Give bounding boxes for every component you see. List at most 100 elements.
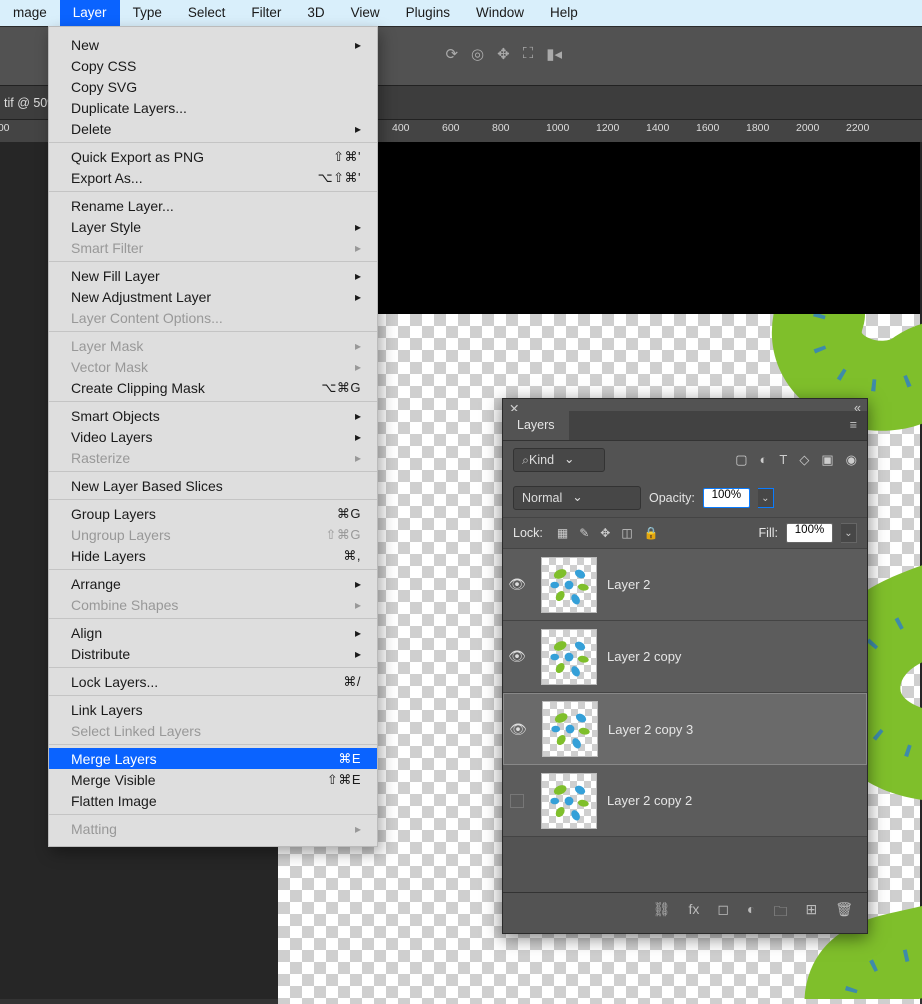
menu-item-label: Ungroup Layers bbox=[71, 527, 171, 543]
layer-thumbnail[interactable] bbox=[542, 701, 598, 757]
menu-item-arrange[interactable]: Arrange bbox=[49, 573, 377, 594]
panel-menu-icon[interactable]: ≡ bbox=[840, 411, 867, 440]
panel-chrome: ✕ « bbox=[503, 399, 867, 411]
trash-icon[interactable]: 🗑 bbox=[835, 901, 853, 925]
artboard-icon[interactable]: ◉ bbox=[846, 452, 857, 468]
visibility-toggle-icon[interactable]: 👁 bbox=[503, 576, 531, 593]
menu-item-quick-export-as-png[interactable]: Quick Export as PNG⇧⌘' bbox=[49, 146, 377, 167]
menu-select[interactable]: Select bbox=[175, 0, 239, 26]
mask-icon[interactable]: ◻ bbox=[717, 901, 729, 925]
menu-item-lock-layers[interactable]: Lock Layers...⌘/ bbox=[49, 671, 377, 692]
menu-item-delete[interactable]: Delete bbox=[49, 118, 377, 139]
ruler-tick: 800 bbox=[492, 122, 510, 134]
menu-layer[interactable]: Layer bbox=[60, 0, 120, 26]
menu-item-label: Layer Content Options... bbox=[71, 310, 223, 326]
link-icon[interactable]: ⛓ bbox=[653, 901, 671, 925]
menu-item-label: Rasterize bbox=[71, 450, 130, 466]
menu-item-smart-objects[interactable]: Smart Objects bbox=[49, 405, 377, 426]
menu-item-group-layers[interactable]: Group Layers⌘G bbox=[49, 503, 377, 524]
adjustment-icon[interactable]: ◐ bbox=[747, 901, 755, 925]
panel-close-icon[interactable]: ✕ bbox=[509, 401, 519, 411]
layer-name-label[interactable]: Layer 2 copy 3 bbox=[608, 722, 693, 737]
layer-row[interactable]: 👁 Layer 2 copy bbox=[503, 621, 867, 693]
menu-type[interactable]: Type bbox=[120, 0, 175, 26]
menu-item-new-fill-layer[interactable]: New Fill Layer bbox=[49, 265, 377, 286]
menu-item-merge-visible[interactable]: Merge Visible⇧⌘E bbox=[49, 769, 377, 790]
menu-window[interactable]: Window bbox=[463, 0, 537, 26]
layer-name-label[interactable]: Layer 2 copy 2 bbox=[607, 793, 692, 808]
layer-kind-select[interactable]: Kind bbox=[513, 448, 605, 472]
menu-item-new[interactable]: New bbox=[49, 34, 377, 55]
cycle-icon[interactable]: ⟳ bbox=[445, 45, 458, 63]
layer-thumbnail[interactable] bbox=[541, 773, 597, 829]
target-icon[interactable]: ◎ bbox=[471, 45, 484, 63]
layer-row[interactable]: 👁 Layer 2 bbox=[503, 549, 867, 621]
menu-item-distribute[interactable]: Distribute bbox=[49, 643, 377, 664]
layer-row[interactable]: 👁 Layer 2 copy 3 bbox=[503, 693, 867, 765]
menu-item-create-clipping-mask[interactable]: Create Clipping Mask⌥⌘G bbox=[49, 377, 377, 398]
blend-mode-select[interactable]: Normal bbox=[513, 486, 641, 510]
menu-item-shortcut: ⌘, bbox=[343, 548, 361, 564]
menu-item-export-as[interactable]: Export As...⌥⇧⌘' bbox=[49, 167, 377, 188]
menu-item-layer-style[interactable]: Layer Style bbox=[49, 216, 377, 237]
visibility-toggle-icon[interactable]: 👁 bbox=[503, 648, 531, 665]
fill-input[interactable]: 100% bbox=[786, 523, 833, 543]
menu-mage[interactable]: mage bbox=[0, 0, 60, 26]
visibility-toggle-icon[interactable]: 👁 bbox=[504, 721, 532, 738]
menu-item-copy-svg[interactable]: Copy SVG bbox=[49, 76, 377, 97]
menu-item-rename-layer[interactable]: Rename Layer... bbox=[49, 195, 377, 216]
brush-icon[interactable]: ✎ bbox=[579, 526, 589, 540]
transform-icon[interactable]: ⛶ bbox=[523, 45, 534, 63]
fill-label: Fill: bbox=[759, 526, 778, 540]
menu-item-merge-layers[interactable]: Merge Layers⌘E bbox=[49, 748, 377, 769]
layer-thumbnail[interactable] bbox=[541, 557, 597, 613]
layer-name-label[interactable]: Layer 2 copy bbox=[607, 649, 681, 664]
menu-view[interactable]: View bbox=[338, 0, 393, 26]
move-icon[interactable]: ✥ bbox=[600, 526, 610, 540]
layer-thumbnail[interactable] bbox=[541, 629, 597, 685]
menu-item-duplicate-layers[interactable]: Duplicate Layers... bbox=[49, 97, 377, 118]
layer-menu-dropdown: New Copy CSSCopy SVG Duplicate Layers... De… bbox=[48, 26, 378, 847]
adjust-icon[interactable]: ◐ bbox=[760, 452, 768, 468]
menu-item-link-layers[interactable]: Link Layers bbox=[49, 699, 377, 720]
menu-plugins[interactable]: Plugins bbox=[393, 0, 463, 26]
opacity-input[interactable]: 100% bbox=[703, 488, 750, 508]
ruler-tick: 600 bbox=[442, 122, 460, 134]
lock-pixels-icon[interactable]: ▦ bbox=[557, 526, 568, 540]
menu-item-align[interactable]: Align bbox=[49, 622, 377, 643]
menu-item-label: Duplicate Layers... bbox=[71, 100, 187, 116]
layer-name-label[interactable]: Layer 2 bbox=[607, 577, 650, 592]
tab-layers[interactable]: Layers bbox=[503, 411, 569, 440]
panel-collapse-icon[interactable]: « bbox=[854, 401, 861, 411]
menu-item-label: Rename Layer... bbox=[71, 198, 174, 214]
lock-all-icon[interactable]: 🔒 bbox=[644, 526, 659, 540]
menu-item-copy-css[interactable]: Copy CSS bbox=[49, 55, 377, 76]
menu-item-new-adjustment-layer[interactable]: New Adjustment Layer bbox=[49, 286, 377, 307]
visibility-toggle-icon[interactable] bbox=[510, 794, 524, 808]
crop-icon[interactable]: ◫ bbox=[621, 526, 632, 540]
menu-item-label: Matting bbox=[71, 821, 117, 837]
menu-filter[interactable]: Filter bbox=[238, 0, 294, 26]
menu-item-hide-layers[interactable]: Hide Layers⌘, bbox=[49, 545, 377, 566]
type-icon[interactable]: T bbox=[779, 452, 787, 468]
menu-3d[interactable]: 3D bbox=[294, 0, 337, 26]
menu-help[interactable]: Help bbox=[537, 0, 591, 26]
camera-icon[interactable]: ▮◂ bbox=[546, 45, 562, 63]
smartobj-icon[interactable]: ▣ bbox=[821, 452, 833, 468]
menu-item-new-layer-based-slices[interactable]: New Layer Based Slices bbox=[49, 475, 377, 496]
layer-filter-row: Kind ▢ ◐ T ◇ ▣ ◉ bbox=[503, 441, 867, 479]
menu-item-label: New bbox=[71, 37, 99, 53]
opacity-dropdown-icon[interactable]: ⌄ bbox=[758, 488, 774, 508]
layer-row[interactable]: Layer 2 copy 2 bbox=[503, 765, 867, 837]
menu-item-shortcut: ⌘G bbox=[337, 506, 361, 522]
fx-icon[interactable]: fx bbox=[689, 901, 700, 925]
image-icon[interactable]: ▢ bbox=[735, 452, 747, 468]
move-icon[interactable]: ✥ bbox=[497, 45, 510, 63]
fill-dropdown-icon[interactable]: ⌄ bbox=[841, 523, 857, 543]
new-icon[interactable]: ⊞ bbox=[805, 901, 817, 925]
menu-item-flatten-image[interactable]: Flatten Image bbox=[49, 790, 377, 811]
group-icon[interactable]: 🗀 bbox=[773, 901, 787, 925]
menu-item-label: Smart Objects bbox=[71, 408, 160, 424]
menu-item-video-layers[interactable]: Video Layers bbox=[49, 426, 377, 447]
shape-icon[interactable]: ◇ bbox=[799, 452, 809, 468]
